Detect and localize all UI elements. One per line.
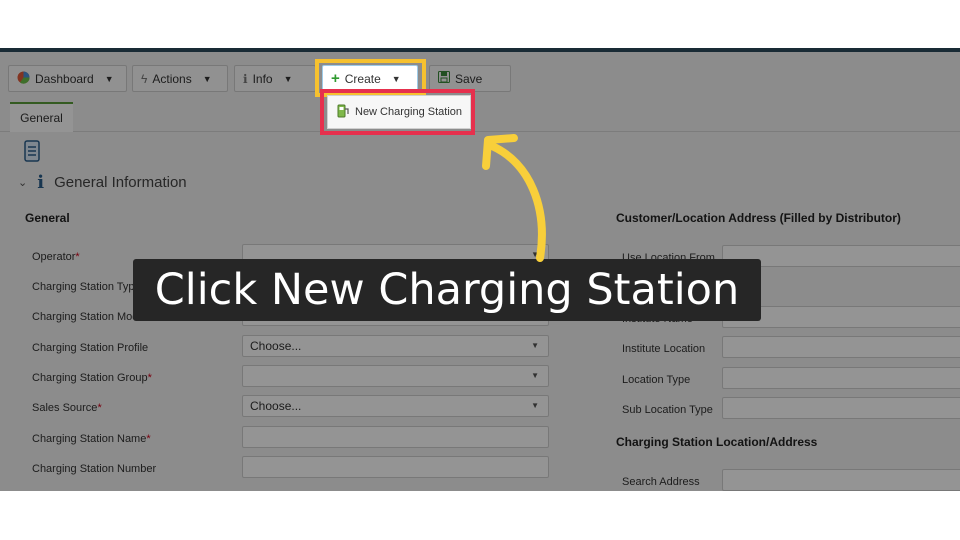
tutorial-frame: Dashboard ▼ ϟ Actions ▼ ℹ Info ▼ + Creat…: [0, 0, 960, 540]
instruction-caption: Click New Charging Station: [133, 259, 761, 321]
curved-arrow-icon: [482, 134, 546, 262]
